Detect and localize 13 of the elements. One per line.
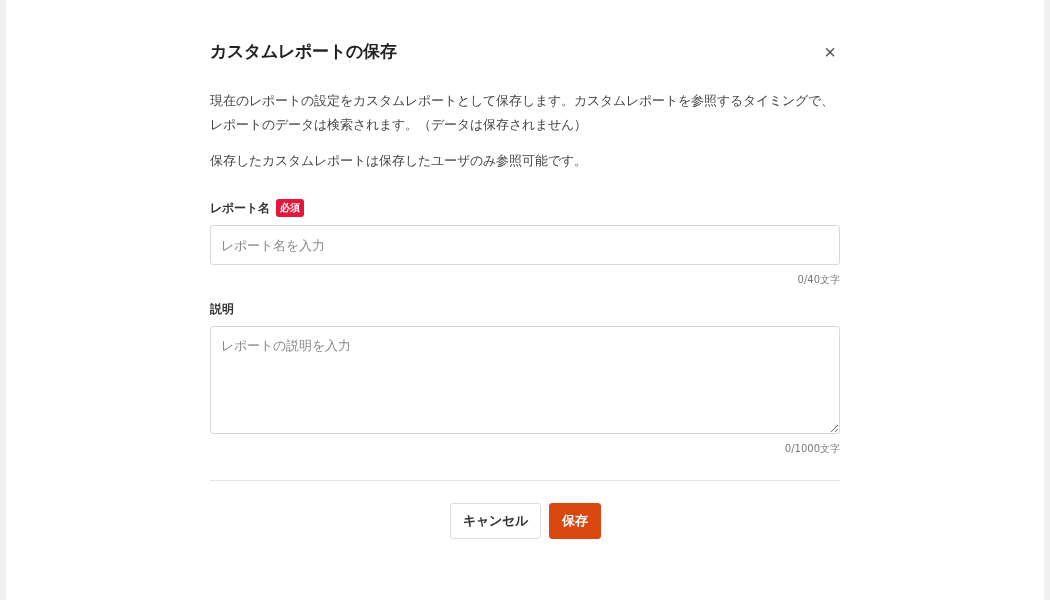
character-counter: 0/40文字 bbox=[797, 273, 840, 287]
field-label: レポート名 bbox=[210, 199, 270, 217]
description-text: 現在のレポートの設定をカスタムレポートとして保存します。カスタムレポートを参照するタイミングで、レポートのデータは検索されます。（データは保存されません） bbox=[210, 92, 835, 134]
report-name-field[interactable]: レポート名を入力 bbox=[210, 225, 840, 265]
description-text: 保存したカスタムレポートは保存したユーザのみ参照可能です。 bbox=[210, 152, 588, 170]
required-badge: 必須 bbox=[276, 199, 304, 217]
cancel-button[interactable]: キャンセル bbox=[449, 503, 541, 539]
description-field[interactable]: レポートの説明を入力 bbox=[210, 326, 840, 434]
close-button[interactable]: × bbox=[820, 41, 840, 62]
field-label: 説明 bbox=[210, 301, 234, 318]
save-button[interactable]: 保存 bbox=[548, 503, 601, 539]
dialog-title: カスタムレポートの保存 bbox=[210, 40, 397, 63]
character-counter: 0/1000文字 bbox=[784, 442, 840, 456]
